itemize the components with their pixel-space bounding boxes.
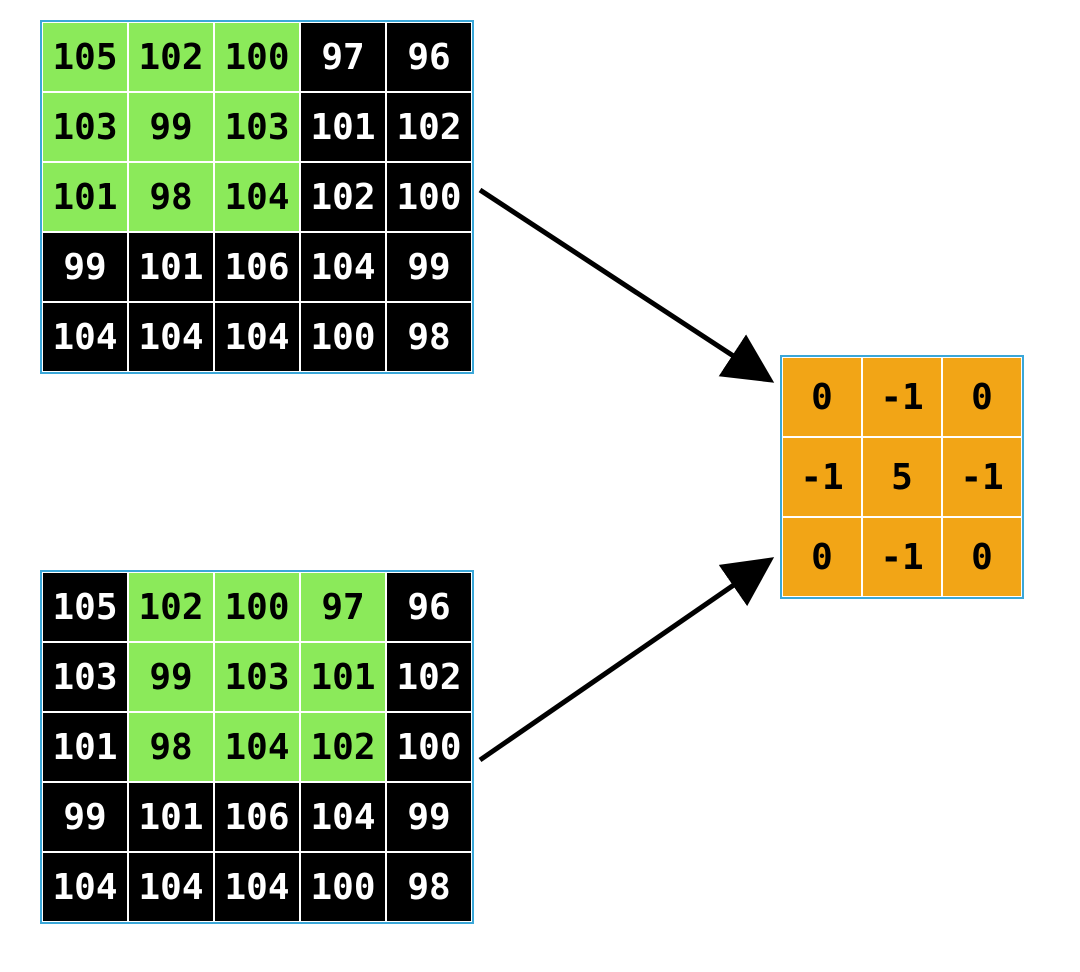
input-bottom-cell: 99: [128, 642, 214, 712]
arrow-top: [470, 180, 790, 400]
input-bottom-cell: 98: [128, 712, 214, 782]
input-top-cell: 98: [128, 162, 214, 232]
kernel-cell: -1: [782, 437, 862, 517]
input-bottom-cell: 99: [386, 782, 472, 852]
kernel-cell: 0: [782, 517, 862, 597]
input-bottom-cell: 101: [300, 642, 386, 712]
input-top-cell: 106: [214, 232, 300, 302]
input-top-cell: 102: [386, 92, 472, 162]
input-bottom-cell: 100: [386, 712, 472, 782]
kernel-cell: 5: [862, 437, 942, 517]
kernel-cell: 0: [942, 517, 1022, 597]
input-top-cell: 99: [42, 232, 128, 302]
input-bottom-cell: 101: [42, 712, 128, 782]
kernel-cell: -1: [942, 437, 1022, 517]
input-bottom-cell: 104: [128, 852, 214, 922]
input-top-cell: 101: [300, 92, 386, 162]
kernel-matrix: 0-10-15-10-10: [780, 355, 1024, 599]
input-bottom-cell: 104: [214, 852, 300, 922]
input-matrix-top: 1051021009796103991031011021019810410210…: [40, 20, 474, 374]
input-bottom-cell: 105: [42, 572, 128, 642]
input-top-cell: 96: [386, 22, 472, 92]
input-bottom-cell: 100: [300, 852, 386, 922]
input-top-cell: 104: [300, 232, 386, 302]
input-top-cell: 100: [386, 162, 472, 232]
input-bottom-cell: 97: [300, 572, 386, 642]
input-top-cell: 101: [42, 162, 128, 232]
input-bottom-cell: 104: [42, 852, 128, 922]
input-bottom-cell: 106: [214, 782, 300, 852]
input-top-cell: 98: [386, 302, 472, 372]
input-bottom-cell: 102: [128, 572, 214, 642]
input-top-cell: 99: [128, 92, 214, 162]
input-bottom-cell: 103: [214, 642, 300, 712]
input-matrix-bottom: 1051021009796103991031011021019810410210…: [40, 570, 474, 924]
input-bottom-cell: 103: [42, 642, 128, 712]
input-top-cell: 97: [300, 22, 386, 92]
input-top-cell: 104: [128, 302, 214, 372]
kernel-cell: -1: [862, 517, 942, 597]
diagram-canvas: 1051021009796103991031011021019810410210…: [0, 0, 1080, 972]
input-top-cell: 103: [214, 92, 300, 162]
input-bottom-cell: 104: [300, 782, 386, 852]
input-top-cell: 105: [42, 22, 128, 92]
kernel-cell: 0: [782, 357, 862, 437]
input-top-cell: 104: [214, 162, 300, 232]
input-top-cell: 99: [386, 232, 472, 302]
input-bottom-cell: 101: [128, 782, 214, 852]
input-top-cell: 102: [128, 22, 214, 92]
arrow-bottom: [470, 540, 790, 770]
kernel-cell: -1: [862, 357, 942, 437]
input-bottom-cell: 102: [386, 642, 472, 712]
input-top-cell: 100: [300, 302, 386, 372]
input-top-cell: 104: [42, 302, 128, 372]
input-bottom-cell: 100: [214, 572, 300, 642]
input-top-cell: 102: [300, 162, 386, 232]
input-top-cell: 103: [42, 92, 128, 162]
input-bottom-cell: 98: [386, 852, 472, 922]
input-bottom-cell: 99: [42, 782, 128, 852]
input-top-cell: 101: [128, 232, 214, 302]
input-bottom-cell: 96: [386, 572, 472, 642]
input-bottom-cell: 104: [214, 712, 300, 782]
input-top-cell: 104: [214, 302, 300, 372]
input-top-cell: 100: [214, 22, 300, 92]
kernel-cell: 0: [942, 357, 1022, 437]
input-bottom-cell: 102: [300, 712, 386, 782]
